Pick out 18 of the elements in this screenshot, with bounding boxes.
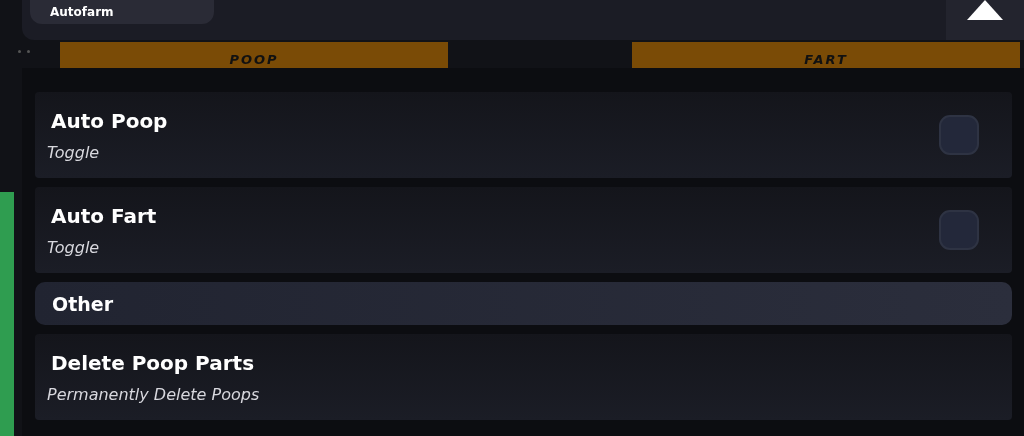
option-subtitle: Toggle bbox=[47, 142, 101, 162]
option-title: Auto Fart bbox=[51, 203, 157, 228]
option-subtitle: Permanently Delete Poops bbox=[47, 384, 260, 404]
dots-icon bbox=[18, 48, 32, 54]
banner: FART bbox=[632, 42, 1020, 68]
option-subtitle: Toggle bbox=[47, 237, 101, 257]
section-header: Other bbox=[35, 282, 1012, 325]
checkbox[interactable] bbox=[939, 210, 979, 250]
checkbox[interactable] bbox=[939, 115, 979, 155]
toggle-row[interactable]: Auto Poop Toggle bbox=[35, 92, 1012, 178]
action-row[interactable]: Delete Poop Parts Permanently Delete Poops bbox=[35, 334, 1012, 420]
toggle-row[interactable]: Auto Fart Toggle bbox=[35, 187, 1012, 273]
banner: POOP bbox=[60, 42, 448, 68]
autofarm-button[interactable]: Autofarm bbox=[30, 0, 214, 24]
triangle-icon bbox=[967, 0, 1003, 20]
option-title: Delete Poop Parts bbox=[51, 350, 256, 375]
option-title: Auto Poop bbox=[51, 108, 168, 133]
collapse-button[interactable] bbox=[946, 0, 1024, 40]
